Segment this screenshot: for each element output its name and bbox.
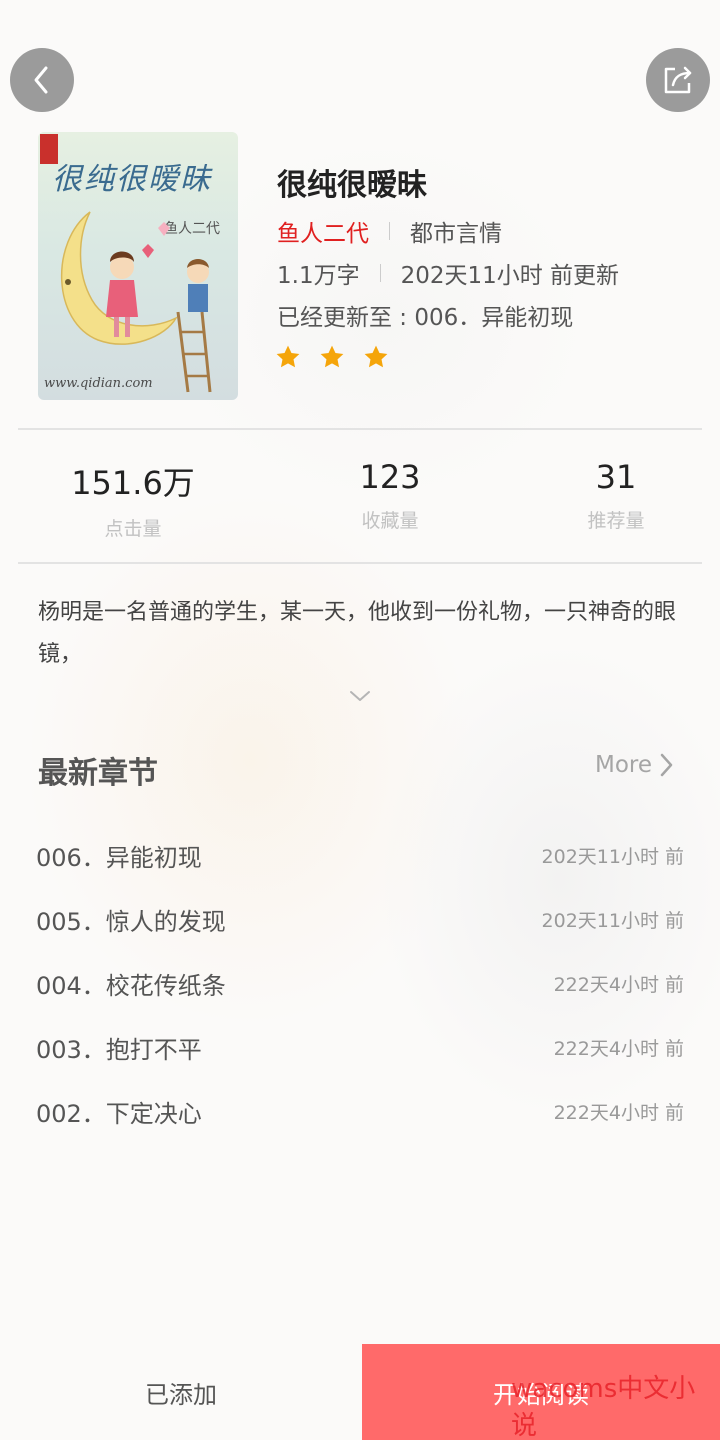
star-icon [320, 345, 344, 368]
chapter-item[interactable]: 006．异能初现 202天11小时 前 [36, 835, 684, 875]
chapter-name: 003．抱打不平 [36, 1035, 202, 1064]
cover-illustration [61, 211, 212, 393]
chevron-down-icon [350, 691, 370, 701]
more-chapters-link[interactable]: More [595, 752, 674, 778]
book-title: 很纯很暧昧 [277, 168, 427, 203]
update-time: 202天11小时 前更新 [400, 263, 620, 289]
share-icon [664, 66, 692, 94]
stat-value: 123 [359, 458, 421, 496]
divider [18, 428, 702, 430]
count-update-row: 1.1万字 202天11小时 前更新 [277, 256, 619, 290]
author-genre-row: 鱼人二代 都市言情 [277, 214, 502, 248]
divider [379, 264, 381, 282]
chapter-item[interactable]: 004．校花传纸条 222天4小时 前 [36, 963, 684, 1003]
chapter-time: 222天4小时 前 [553, 973, 684, 996]
latest-chapters-title: 最新章节 [38, 756, 158, 791]
author-link[interactable]: 鱼人二代 [277, 214, 369, 248]
watermark: wacoms中文小说 [511, 1374, 696, 1440]
stat-label: 推荐量 [587, 510, 645, 532]
share-button[interactable] [646, 48, 710, 112]
chapter-item[interactable]: 005．惊人的发现 202天11小时 前 [36, 899, 684, 939]
rating-stars [275, 344, 389, 370]
chapter-name: 002．下定决心 [36, 1099, 202, 1128]
star-icon [364, 345, 388, 368]
chapter-item[interactable]: 002．下定决心 222天4小时 前 [36, 1091, 684, 1131]
stat-favorites: 123 收藏量 [290, 458, 490, 533]
cover-site: www.qidian.com [44, 376, 153, 391]
chevron-left-icon [34, 66, 48, 94]
chapter-name: 005．惊人的发现 [36, 907, 226, 936]
stat-value: 31 [595, 458, 637, 496]
chapter-name: 004．校花传纸条 [36, 971, 226, 1000]
stat-recommends: 31 推荐量 [516, 458, 716, 533]
divider [389, 222, 390, 240]
chapter-time: 202天11小时 前 [541, 845, 684, 868]
chapter-time: 222天4小时 前 [553, 1101, 684, 1124]
book-cover: 很纯很暧昧 鱼人二代 www.qidian.com [38, 132, 238, 400]
stat-clicks: 151.6万 点击量 [33, 458, 233, 541]
stat-label: 收藏量 [361, 510, 419, 532]
divider [18, 562, 702, 564]
book-intro: 杨明是一名普通的学生，某一天，他收到一份礼物，一只神奇的眼镜， [38, 600, 677, 667]
genre-label[interactable]: 都市言情 [410, 214, 502, 248]
added-to-shelf-button[interactable]: 已添加 [0, 1344, 362, 1440]
back-button[interactable] [10, 48, 74, 112]
chapter-item[interactable]: 003．抱打不平 222天4小时 前 [36, 1027, 684, 1067]
stat-value: 151.6万 [71, 464, 195, 502]
chapter-time: 202天11小时 前 [541, 909, 684, 932]
chapter-name: 006．异能初现 [36, 843, 202, 872]
latest-chapter-row: 已经更新至 : 006．异能初现 [277, 298, 573, 332]
latest-chapter: 已经更新至 : 006．异能初现 [277, 305, 574, 331]
word-count: 1.1万字 [277, 263, 360, 289]
star-icon [276, 345, 300, 368]
stat-label: 点击量 [104, 518, 162, 540]
expand-intro-button[interactable] [348, 688, 372, 708]
more-label: More [595, 752, 653, 778]
chapter-time: 222天4小时 前 [553, 1037, 684, 1060]
chevron-right-icon [660, 753, 673, 777]
